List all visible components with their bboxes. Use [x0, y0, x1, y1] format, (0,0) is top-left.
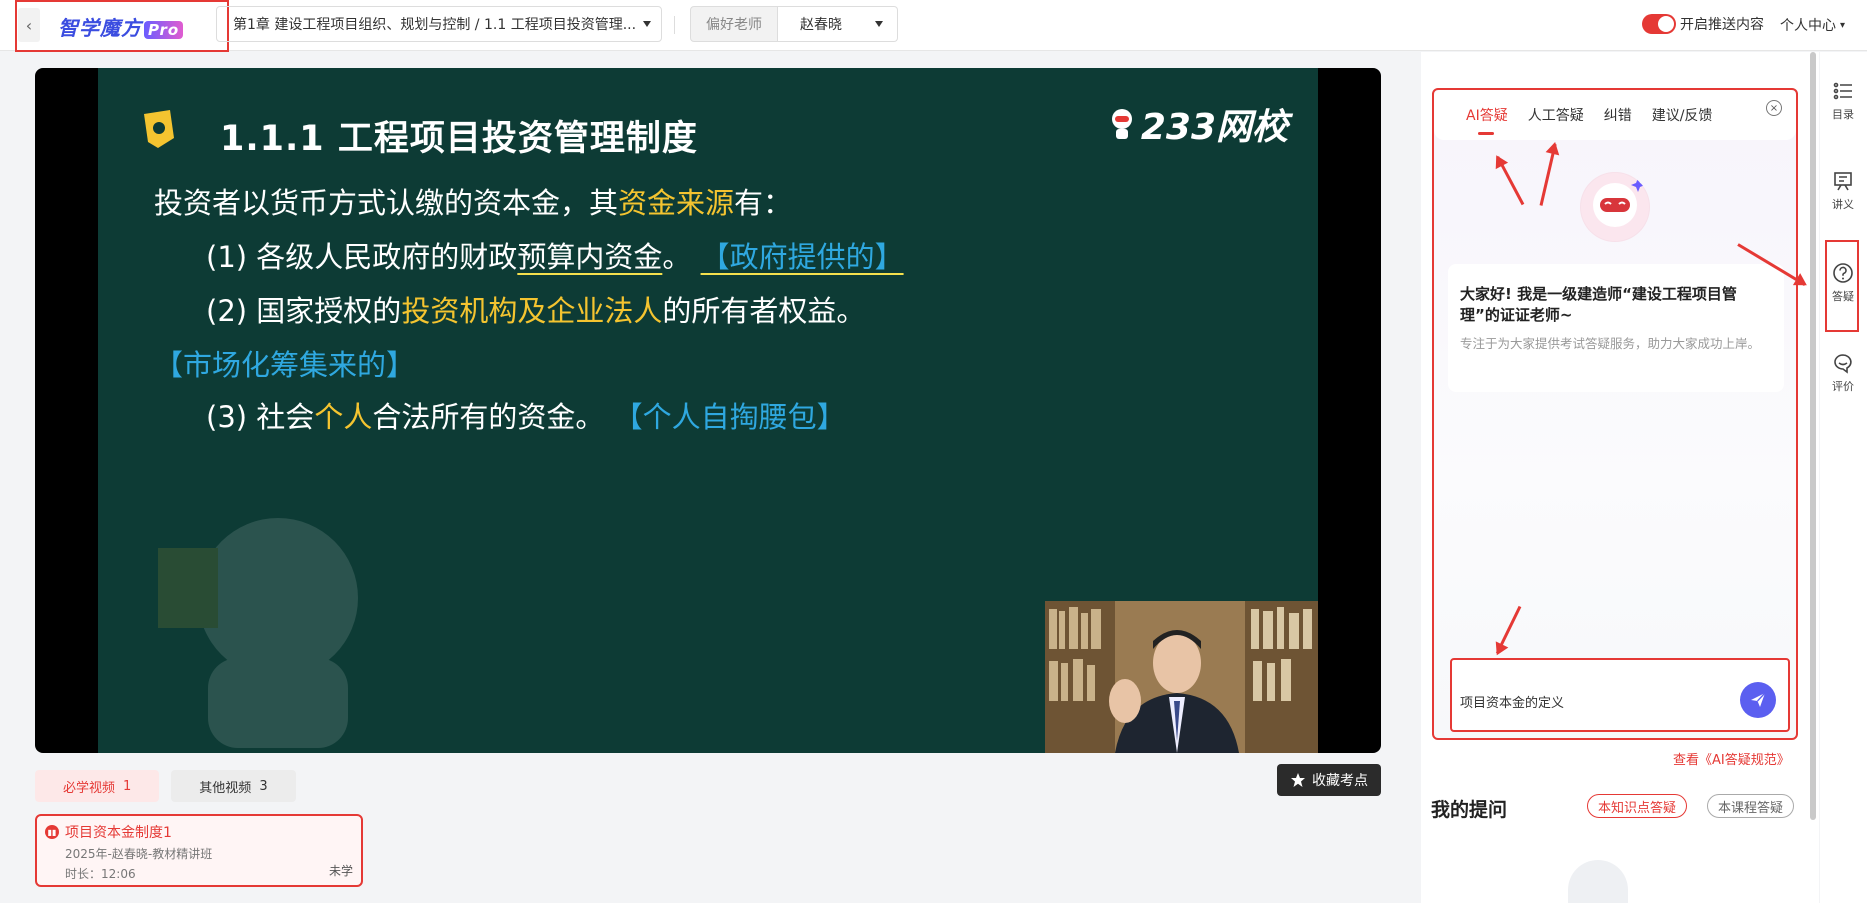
- slide-text: (3) 社会: [206, 400, 315, 434]
- slide-line-5: (3) 社会个人合法所有的资金。 【个人自掏腰包】: [206, 394, 846, 436]
- handout-icon: [1834, 172, 1852, 191]
- push-toggle[interactable]: [1642, 14, 1676, 34]
- teacher-label: 偏好老师: [690, 6, 778, 42]
- slide-text: (2) 国家授权的: [206, 294, 402, 328]
- qa-tabs: AI答疑 人工答疑 纠错 建议/反馈: [1434, 90, 1796, 140]
- teacher-video-image: [1045, 601, 1318, 753]
- bot-description: 专注于为大家提供考试答疑服务，助力大家成功上岸。: [1460, 336, 1761, 351]
- list-icon: [1833, 82, 1852, 100]
- collect-point-button[interactable]: 收藏考点: [1277, 764, 1381, 796]
- filter-course[interactable]: 本课程答疑: [1707, 794, 1795, 818]
- tab-required-videos[interactable]: 必学视频 1: [35, 770, 160, 802]
- slide-text: 的所有者权益。: [662, 294, 866, 328]
- tab-feedback[interactable]: 建议/反馈: [1652, 105, 1713, 125]
- tab-label: 其他视频: [199, 780, 252, 796]
- ai-qa-spec-link[interactable]: 查看《AI答疑规范》: [1673, 749, 1790, 768]
- tab-ai-qa[interactable]: AI答疑: [1466, 105, 1508, 135]
- filter-knowledge-point[interactable]: 本知识点答疑: [1587, 794, 1688, 818]
- scrollbar[interactable]: [1810, 52, 1816, 820]
- collect-label: 收藏考点: [1312, 773, 1368, 789]
- tab-error-report[interactable]: 纠错: [1604, 105, 1632, 125]
- side-item-label: 评价: [1832, 380, 1854, 393]
- push-toggle-label: 开启推送内容: [1680, 17, 1764, 33]
- mascot-watermark: [158, 518, 358, 748]
- video-tabs: 必学视频 1 其他视频 3: [35, 770, 296, 802]
- my-questions-title: 我的提问: [1431, 799, 1508, 821]
- side-item-label: 讲义: [1832, 198, 1854, 211]
- personal-center-menu[interactable]: 个人中心 ▾: [1780, 15, 1845, 35]
- side-item-label: 目录: [1832, 108, 1854, 121]
- playing-icon: ▮▮: [45, 825, 59, 839]
- comment-icon: [1834, 354, 1852, 374]
- qa-panel: AI答疑 人工答疑 纠错 建议/反馈 × 大家好! 我是一级建造师“建设工程项目…: [1432, 88, 1798, 740]
- slide-text: 。: [662, 240, 692, 274]
- lesson-status: 未学: [328, 864, 353, 878]
- slide-line-2: (1) 各级人民政府的财政预算内资金。 【政府提供的】: [206, 234, 904, 276]
- slide-line-4: 【市场化筹集来的】: [154, 348, 416, 382]
- tab-label: 必学视频: [63, 780, 116, 796]
- side-item-review[interactable]: 评价: [1822, 352, 1864, 394]
- star-icon: [1291, 773, 1305, 787]
- teacher-select[interactable]: 赵春晓: [778, 6, 898, 42]
- side-item-catalog[interactable]: 目录: [1822, 80, 1864, 122]
- lesson-duration: 时长：12:06: [65, 867, 136, 881]
- divider: [674, 16, 675, 34]
- ai-bot-avatar: [1580, 172, 1650, 242]
- send-button[interactable]: [1740, 682, 1776, 718]
- send-icon: [1751, 692, 1766, 707]
- robot-icon: [1111, 109, 1132, 139]
- brand-logo: 233网校: [1109, 98, 1288, 150]
- slide-title: 1.1.1 工程项目投资管理制度: [220, 119, 698, 159]
- chevron-down-icon: ▾: [1840, 19, 1846, 31]
- slide-highlight: 资金来源: [618, 186, 735, 220]
- lesson-subtitle: 2025年-赵春晓-教材精讲班: [65, 847, 213, 861]
- close-icon[interactable]: ×: [1766, 100, 1782, 116]
- bot-greeting-card: 大家好! 我是一级建造师“建设工程项目管理”的证证老师~ 专注于为大家提供考试答…: [1448, 264, 1784, 392]
- slide-underline: 预算内资金: [517, 240, 663, 274]
- bookmark-logo-icon: [144, 110, 174, 148]
- slide-text: 有：: [734, 186, 793, 220]
- slide-line-3: (2) 国家授权的投资机构及企业法人的所有者权益。: [206, 288, 865, 330]
- annotation-box-qa-nav: [1825, 240, 1859, 332]
- question-input-box: [1450, 658, 1790, 732]
- lesson-title: 项目资本金制度1: [65, 825, 172, 841]
- slide-line-1: 投资者以货币方式认缴的资本金，其资金来源有：: [154, 180, 792, 222]
- slide-highlight: 投资机构及企业法人: [401, 294, 663, 328]
- tab-count: 3: [259, 778, 268, 794]
- tab-human-qa[interactable]: 人工答疑: [1528, 105, 1584, 125]
- side-item-handout[interactable]: 讲义: [1822, 170, 1864, 212]
- tab-count: 1: [123, 778, 132, 794]
- question-input[interactable]: [1460, 694, 1720, 709]
- caret-down-icon: [875, 21, 883, 27]
- chapter-select[interactable]: 第1章 建设工程项目组织、规划与控制 / 1.1 工程项目投资管理...: [216, 6, 662, 42]
- teacher-camera-pip: [1045, 601, 1318, 753]
- bot-greeting: 大家好! 我是一级建造师“建设工程项目管理”的证证老师~: [1460, 285, 1737, 324]
- chapter-select-value: 第1章 建设工程项目组织、规划与控制 / 1.1 工程项目投资管理...: [233, 17, 637, 33]
- brand-text: 233网校: [1140, 107, 1288, 148]
- caret-down-icon: [643, 21, 651, 27]
- slide-text: 投资者以货币方式认缴的资本金，其: [154, 186, 619, 220]
- slide-highlight: 个人: [314, 400, 373, 434]
- slide-text: 合法所有的资金。: [372, 400, 605, 434]
- slide-tag: 【个人自掏腰包】: [613, 400, 846, 434]
- slide-tag: 【政府提供的】: [700, 240, 904, 274]
- teacher-select-value: 赵春晓: [800, 17, 842, 33]
- annotation-box-logo: [15, 0, 229, 52]
- slide-text: (1) 各级人民政府的财政: [206, 240, 518, 274]
- video-player[interactable]: 1.1.1 工程项目投资管理制度 233网校 投资者以货币方式认缴的资本金，其资…: [35, 68, 1381, 753]
- tab-other-videos[interactable]: 其他视频 3: [171, 770, 296, 802]
- personal-center-label: 个人中心: [1780, 18, 1836, 34]
- lesson-item[interactable]: ▮▮ 项目资本金制度1 2025年-赵春晓-教材精讲班 时长：12:06 未学: [35, 814, 363, 887]
